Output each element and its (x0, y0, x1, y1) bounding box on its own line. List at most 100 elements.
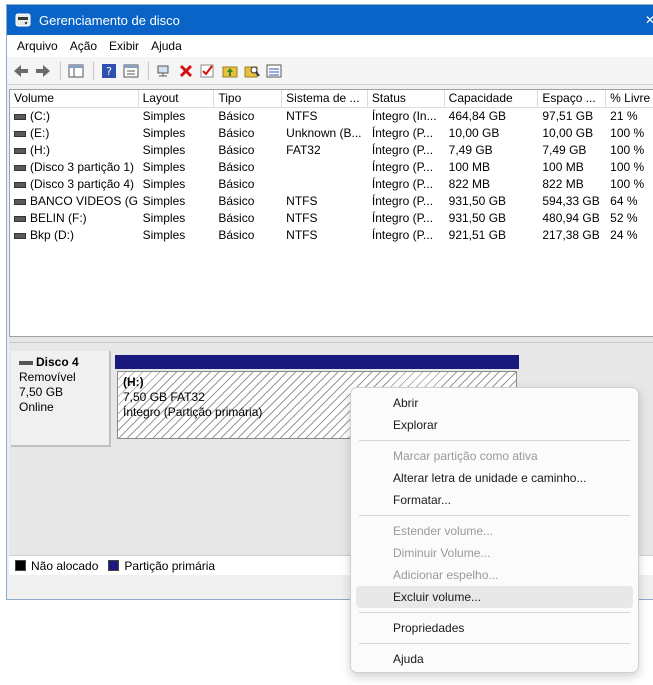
column-status[interactable]: Status (368, 90, 445, 108)
cell-text: Básico (218, 177, 255, 191)
console-tree-icon[interactable] (66, 61, 86, 81)
cell-text: 100 % (610, 143, 645, 157)
search-folder-icon[interactable] (242, 61, 262, 81)
cell-text: Simples (142, 194, 186, 208)
menu-arquivo[interactable]: Arquivo (11, 39, 64, 53)
cell-text: Íntegro (P... (371, 143, 434, 157)
cell-text: 464,84 GB (448, 109, 507, 123)
check-icon[interactable] (198, 61, 218, 81)
cell-text: Íntegro (P... (371, 211, 434, 225)
table-row[interactable]: (E:) Simples Básico Unknown (B... Íntegro (P… (10, 125, 653, 142)
cell-text: Simples (142, 160, 186, 174)
table-row[interactable]: (C:) Simples Básico NTFS Íntegro (In... 464,8… (10, 108, 653, 125)
back-arrow-icon[interactable] (11, 61, 31, 81)
cell-sistema: NTFS (282, 193, 368, 210)
properties-icon[interactable] (121, 61, 141, 81)
cell-sistema (282, 176, 368, 193)
connect-icon[interactable] (154, 61, 174, 81)
cell-text: 100 MB (448, 160, 491, 174)
partition-name: (H:) (123, 375, 144, 389)
cell-status: Íntegro (P... (368, 159, 445, 176)
drive-icon (14, 130, 26, 137)
cell-status: Íntegro (P... (368, 210, 445, 227)
context-menu-item-ajuda[interactable]: Ajuda (356, 648, 633, 670)
cell-espaco-livre: 100 MB (538, 159, 606, 176)
volume-list: Volume Layout Tipo Sistema de ... Status… (9, 89, 653, 337)
cell-percent-livre: 24 % (606, 227, 653, 244)
context-menu-item-explorar[interactable]: Explorar (356, 414, 633, 436)
legend-item-unallocated: Não alocado (15, 559, 98, 573)
menu-exibir[interactable]: Exibir (103, 39, 145, 53)
cell-sistema (282, 159, 368, 176)
cell-espaco-livre: 822 MB (538, 176, 606, 193)
menu-ajuda[interactable]: Ajuda (145, 39, 188, 53)
column-layout[interactable]: Layout (139, 90, 215, 108)
table-row[interactable]: BELIN (F:) Simples Básico NTFS Íntegro (P...… (10, 210, 653, 227)
cell-text: Básico (218, 211, 255, 225)
cell-text: 100 % (610, 126, 645, 140)
column-capacidade[interactable]: Capacidade (445, 90, 539, 108)
menu-acao[interactable]: Ação (64, 39, 103, 53)
cell-text: Íntegro (P... (371, 228, 434, 242)
list-view-icon[interactable] (264, 61, 284, 81)
menu-separator (359, 643, 630, 644)
cell-text: 52 % (610, 211, 638, 225)
cell-text: Simples (142, 211, 186, 225)
close-icon[interactable]: ✕ (635, 13, 653, 27)
column-tipo[interactable]: Tipo (214, 90, 283, 108)
cell-text: 822 MB (448, 177, 491, 191)
context-menu-item-formatar[interactable]: Formatar... (356, 489, 633, 511)
context-menu-item-propriedades[interactable]: Propriedades (356, 617, 633, 639)
context-menu-item-estender-volume: Estender volume... (393, 524, 494, 538)
cell-tipo: Básico (214, 125, 282, 142)
cell-volume: (Disco 3 partição 1) (10, 159, 139, 176)
cell-volume: Bkp (D:) (10, 227, 139, 244)
cell-tipo: Básico (214, 108, 282, 125)
context-menu-item-excluir-volume[interactable]: Excluir volume... (356, 586, 633, 608)
cell-sistema: NTFS (282, 108, 368, 125)
cell-text: NTFS (286, 109, 318, 123)
cell-text: Simples (142, 126, 186, 140)
column-espaco-livre[interactable]: Espaço ... (538, 90, 607, 108)
cell-layout: Simples (139, 159, 215, 176)
cell-status: Íntegro (P... (368, 176, 445, 193)
drive-icon (14, 198, 26, 205)
cell-status: Íntegro (In... (368, 108, 445, 125)
table-row[interactable]: Bkp (D:) Simples Básico NTFS Íntegro (P... 92… (10, 227, 653, 244)
partition-info: (H:) 7,50 GB FAT32 Íntegro (Partição pri… (120, 374, 350, 421)
partition-color-bar (115, 355, 519, 369)
table-row[interactable]: BANCO VIDEOS (G:) Simples Básico NTFS Íntegr… (10, 193, 653, 210)
table-row[interactable]: (H:) Simples Básico FAT32 Íntegro (P... 7,49 … (10, 142, 653, 159)
menu-separator (359, 440, 630, 441)
cell-text: Íntegro (In... (371, 109, 437, 123)
cell-text: 921,51 GB (448, 228, 507, 242)
disk-info-panel[interactable]: Disco 4 Removível 7,50 GB Online (11, 351, 111, 447)
cell-layout: Simples (139, 125, 215, 142)
help-icon[interactable]: ? (99, 61, 119, 81)
table-row[interactable]: (Disco 3 partição 4) Simples Básico Íntegro… (10, 176, 653, 193)
cell-volume: BANCO VIDEOS (G:) (10, 193, 139, 210)
column-percent-livre[interactable]: % Livre (606, 90, 653, 108)
column-volume[interactable]: Volume (10, 90, 139, 108)
column-sistema-arquivos[interactable]: Sistema de ... (282, 90, 368, 108)
folder-up-icon[interactable] (220, 61, 240, 81)
cell-text: 217,38 GB (542, 228, 600, 242)
cell-tipo: Básico (214, 159, 282, 176)
delete-icon[interactable] (176, 61, 196, 81)
cell-text: Simples (142, 177, 186, 191)
context-menu-item-abrir[interactable]: Abrir (356, 392, 633, 414)
cell-layout: Simples (139, 227, 215, 244)
cell-tipo: Básico (214, 227, 282, 244)
cell-text: 21 % (610, 109, 638, 123)
cell-percent-livre: 100 % (606, 176, 653, 193)
context-menu-item-alterar-letra-de-unidade-e-caminho[interactable]: Alterar letra de unidade e caminho... (356, 467, 633, 489)
disk-name: Disco 4 (36, 355, 79, 369)
table-row[interactable]: (Disco 3 partição 1) Simples Básico Íntegro… (10, 159, 653, 176)
menu-separator (359, 612, 630, 613)
forward-arrow-icon[interactable] (33, 61, 53, 81)
cell-text: FAT32 (286, 143, 321, 157)
disk-state: Online (19, 400, 54, 414)
title-bar: Gerenciamento de disco ✕ (7, 5, 653, 35)
cell-text: 10,00 GB (448, 126, 500, 140)
cell-capacidade: 100 MB (445, 159, 539, 176)
